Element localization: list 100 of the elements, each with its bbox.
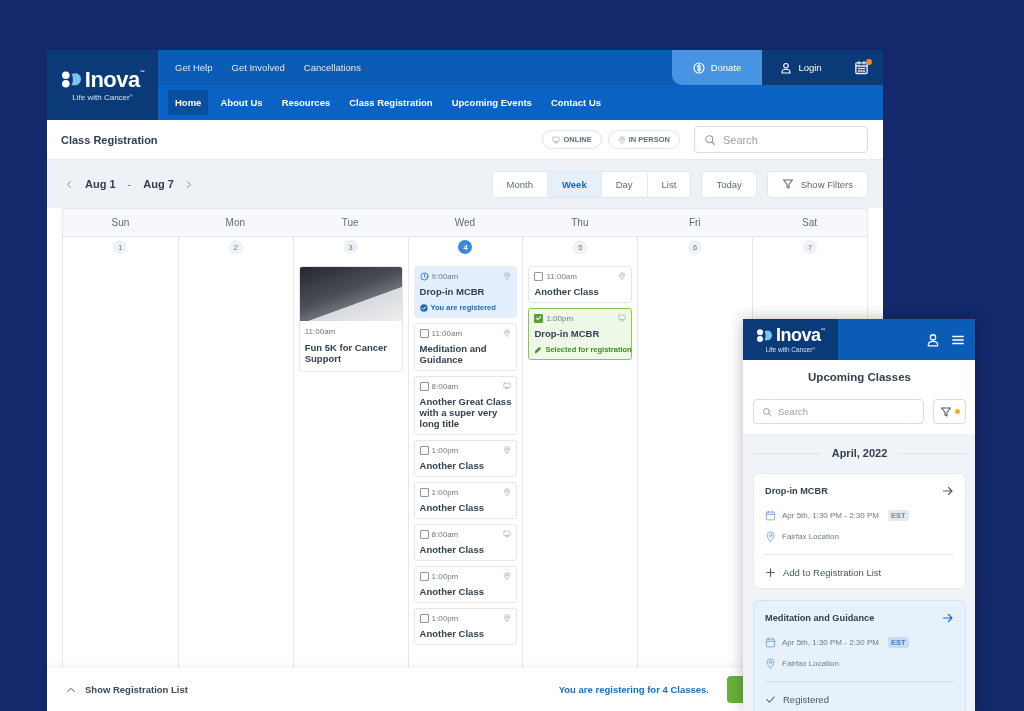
screen-title: Upcoming Classes bbox=[807, 370, 912, 385]
location-pin-icon bbox=[765, 530, 776, 542]
search-field[interactable]: Search bbox=[694, 126, 868, 153]
weekday-label: Sun bbox=[110, 216, 131, 230]
checkbox[interactable] bbox=[419, 571, 429, 581]
event-card[interactable]: 1:00pm Another Class bbox=[413, 608, 518, 645]
location-pin-icon bbox=[503, 614, 512, 622]
class-date: Apr 5th, 1:30 PM - 2:30 PM bbox=[782, 510, 879, 520]
event-title: Another Great Class with a super very long title bbox=[419, 396, 512, 429]
event-time: 1:00pm bbox=[431, 571, 460, 581]
utility-link[interactable]: Cancellations bbox=[303, 62, 361, 73]
event-time: 1:00pm bbox=[431, 487, 460, 497]
nav-link[interactable]: Contact Us bbox=[543, 90, 609, 115]
location-pin-icon bbox=[503, 272, 512, 280]
nav-link[interactable]: Upcoming Events bbox=[444, 90, 539, 115]
pencil-icon bbox=[534, 345, 543, 354]
nav-link[interactable]: Class Registration bbox=[342, 90, 440, 115]
location-pin-icon bbox=[503, 446, 512, 454]
search-field[interactable]: Search bbox=[753, 399, 924, 424]
arrow-right-icon[interactable] bbox=[942, 485, 954, 497]
add-to-list-button[interactable]: Add to Registration List bbox=[765, 565, 882, 579]
filter-button[interactable] bbox=[933, 399, 966, 424]
user-icon bbox=[780, 61, 793, 74]
weekday-label: Thu bbox=[570, 216, 590, 230]
monitor-icon bbox=[503, 382, 512, 390]
event-time: 11:00am bbox=[546, 271, 578, 281]
event-card[interactable]: 11:00am Another Class bbox=[528, 266, 633, 303]
checkbox[interactable] bbox=[534, 313, 544, 323]
location-pin-icon bbox=[618, 272, 627, 280]
event-time: 8:00am bbox=[431, 529, 460, 539]
filter-icon bbox=[781, 178, 794, 190]
month-heading: April, 2022 bbox=[831, 447, 888, 459]
event-title: Another Class bbox=[419, 544, 485, 555]
checkbox[interactable] bbox=[419, 328, 429, 338]
event-title: Drop-in MCBR bbox=[534, 328, 601, 339]
event-title: Another Class bbox=[534, 286, 600, 297]
dollar-icon bbox=[692, 61, 705, 74]
event-card[interactable]: 11:00am Meditation and Guidance bbox=[413, 323, 518, 371]
checkbox[interactable] bbox=[419, 381, 429, 391]
event-card[interactable]: 1:00pm Another Class bbox=[413, 566, 518, 603]
view-tab[interactable]: Week bbox=[547, 171, 601, 197]
event-title: Drop-in MCBR bbox=[419, 286, 486, 297]
location-pin-icon bbox=[765, 657, 776, 669]
location-pin-icon bbox=[503, 329, 512, 337]
login-button[interactable]: Login bbox=[762, 50, 840, 85]
nav-link[interactable]: Resources bbox=[274, 90, 338, 115]
check-circle-icon bbox=[419, 303, 428, 312]
utility-link[interactable]: Get Involved bbox=[231, 62, 285, 73]
class-location: Fairfax Location bbox=[782, 531, 839, 541]
range-start-date: Aug 1 bbox=[85, 178, 116, 190]
view-tab[interactable]: List bbox=[646, 171, 691, 197]
page-title: Class Registration bbox=[61, 133, 159, 146]
logo-wordmark: Inova$^{™}$ bbox=[776, 326, 825, 345]
event-time: 8:00am bbox=[431, 381, 460, 391]
search-icon bbox=[762, 406, 772, 417]
check-icon bbox=[765, 693, 776, 705]
checkbox[interactable] bbox=[419, 487, 429, 497]
range-separator: - bbox=[127, 178, 132, 190]
calendar-icon bbox=[765, 509, 776, 521]
registered-label: Registered bbox=[783, 693, 829, 705]
nav-link[interactable]: Home bbox=[168, 90, 209, 115]
class-title: Drop-in MCBR bbox=[765, 486, 829, 496]
calendar-icon bbox=[765, 636, 776, 648]
class-title: Meditation and Guidance bbox=[765, 613, 876, 623]
event-time: 9:00am bbox=[431, 271, 460, 281]
weekday-label: Sat bbox=[801, 216, 819, 230]
action-button[interactable] bbox=[727, 676, 743, 703]
checkbox[interactable] bbox=[419, 529, 429, 539]
event-card[interactable]: 11:00am Fun 5K for Cancer Support bbox=[298, 266, 403, 372]
event-title: Meditation and Guidance bbox=[419, 343, 488, 365]
today-button[interactable]: Today bbox=[701, 170, 757, 198]
monitor-icon bbox=[552, 135, 561, 144]
monitor-icon bbox=[503, 530, 512, 538]
weekday-label: Wed bbox=[453, 216, 477, 230]
logo-icon bbox=[60, 70, 82, 89]
arrow-right-icon[interactable] bbox=[942, 612, 954, 624]
event-card[interactable]: 1:00pm Another Class bbox=[413, 440, 518, 477]
show-registration-list-button[interactable]: Show Registration List bbox=[62, 684, 188, 695]
checkbox[interactable] bbox=[534, 271, 544, 281]
monitor-icon bbox=[618, 314, 627, 322]
event-title: Another Class bbox=[419, 586, 485, 597]
class-date: Apr 5th, 1:30 PM - 2:30 PM bbox=[782, 637, 879, 647]
calendar-button[interactable] bbox=[840, 50, 883, 85]
event-title: Fun 5K for Cancer Support bbox=[304, 342, 389, 364]
utility-link[interactable]: Get Help bbox=[175, 62, 213, 73]
checkbox[interactable] bbox=[419, 613, 429, 623]
checkbox[interactable] bbox=[419, 445, 429, 455]
event-time: 1:00pm bbox=[431, 445, 460, 455]
plus-icon bbox=[765, 566, 776, 578]
event-card[interactable]: 8:00am Another Great Class with a super very long title bbox=[413, 376, 518, 435]
event-time: 11:00am bbox=[304, 327, 337, 336]
show-filters-button[interactable]: Show Filters bbox=[766, 170, 868, 198]
event-card[interactable]: 1:00pm Another Class bbox=[413, 482, 518, 519]
event-title: Another Class bbox=[419, 460, 485, 471]
weekday-label: Mon bbox=[224, 216, 246, 230]
event-time: 11:00am bbox=[431, 328, 464, 338]
event-card[interactable]: 8:00am Another Class bbox=[413, 524, 518, 561]
calendar-icon bbox=[854, 60, 869, 75]
account-button[interactable] bbox=[926, 332, 940, 347]
nav-link[interactable]: About Us bbox=[213, 90, 270, 115]
